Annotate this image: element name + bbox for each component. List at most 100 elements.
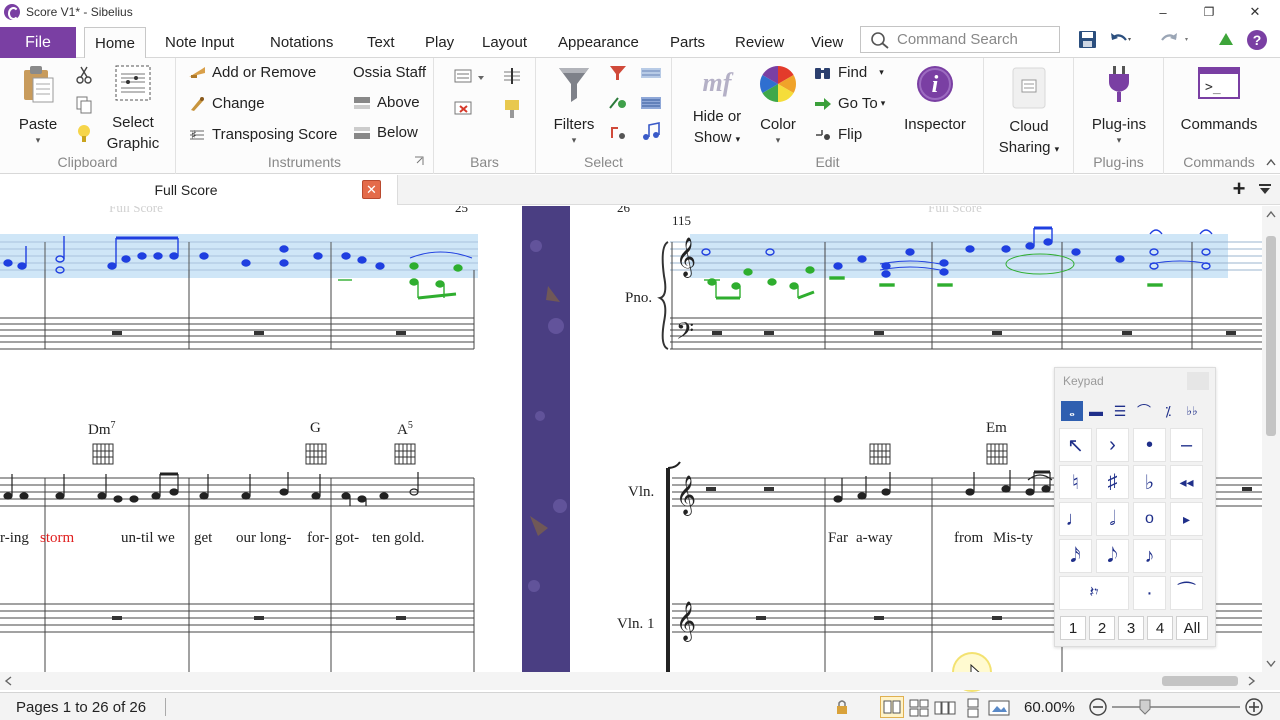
zoom-slider-track[interactable] bbox=[1112, 706, 1240, 708]
format-painter-icon[interactable] bbox=[76, 124, 92, 144]
view-horizontal-icon[interactable] bbox=[934, 698, 956, 718]
keypad-key-sixteenth-note[interactable]: 𝅘𝅥𝅯 bbox=[1059, 539, 1092, 573]
keypad-tab-beams[interactable]: ☰ bbox=[1109, 401, 1131, 421]
change-instrument-button[interactable]: Change bbox=[188, 95, 265, 112]
select-more-icon[interactable] bbox=[608, 94, 630, 112]
panorama-icon[interactable] bbox=[988, 698, 1010, 718]
lock-icon[interactable] bbox=[834, 699, 850, 715]
delete-bar-icon[interactable] bbox=[454, 100, 474, 118]
keypad-layout-3[interactable]: 3 bbox=[1118, 616, 1144, 640]
tab-play[interactable]: Play bbox=[415, 27, 464, 58]
ossia-above-button[interactable]: Above bbox=[353, 94, 420, 111]
hide-or-show-button[interactable]: mf Hide or Show ▾ bbox=[686, 64, 748, 150]
keypad-key-rewind[interactable]: ◂◂ bbox=[1170, 465, 1203, 499]
keypad-key-half-note[interactable]: 𝅗𝅥 bbox=[1096, 502, 1129, 536]
keypad-layout-1[interactable]: 1 bbox=[1060, 616, 1086, 640]
keypad-key-rest[interactable]: 𝄽𝄾 bbox=[1059, 576, 1129, 610]
vertical-scrollbar[interactable] bbox=[1262, 206, 1280, 672]
keypad-tab-articulations[interactable]: ⌒ bbox=[1133, 401, 1155, 421]
up-triangle-icon[interactable] bbox=[1217, 31, 1235, 47]
keypad-key-select[interactable]: ↖ bbox=[1059, 428, 1092, 462]
zoom-in-icon[interactable] bbox=[1244, 697, 1264, 717]
split-bar-icon[interactable] bbox=[502, 66, 522, 86]
join-bar-icon[interactable] bbox=[502, 98, 522, 120]
tab-text[interactable]: Text bbox=[357, 27, 405, 58]
paste-button[interactable]: Paste ▾ bbox=[10, 64, 66, 145]
ossia-below-button[interactable]: Below bbox=[353, 124, 418, 141]
command-search-input[interactable]: Command Search bbox=[860, 26, 1060, 53]
view-vertical-icon[interactable] bbox=[962, 698, 984, 718]
help-icon[interactable]: ? bbox=[1246, 29, 1268, 51]
undo-icon[interactable] bbox=[1108, 30, 1134, 50]
inspector-button[interactable]: i Inspector bbox=[896, 64, 974, 135]
tab-parts[interactable]: Parts bbox=[660, 27, 715, 58]
scroll-right-icon[interactable] bbox=[1248, 676, 1256, 686]
scroll-down-icon[interactable] bbox=[1266, 660, 1276, 668]
select-notes-icon[interactable] bbox=[640, 122, 662, 142]
zoom-slider-thumb[interactable] bbox=[1139, 699, 1151, 715]
document-tab-full-score[interactable]: Full Score ✕ bbox=[0, 175, 398, 205]
commands-button[interactable]: >_ Commands bbox=[1169, 64, 1269, 135]
keypad-panel[interactable]: Keypad 𝅝 ▬ ☰ ⌒ ⁒ ♭♭ ↖ › • – ♮ ♯ ♭ ◂◂ ♩ 𝅗… bbox=[1054, 367, 1216, 647]
copy-icon[interactable] bbox=[76, 96, 92, 114]
select-system-icon[interactable] bbox=[608, 124, 630, 142]
color-button[interactable]: Color ▾ bbox=[756, 64, 800, 145]
add-remove-instruments-button[interactable]: Add or Remove bbox=[188, 64, 316, 81]
vertical-scroll-thumb[interactable] bbox=[1266, 236, 1276, 436]
keypad-key-eighth[interactable]: ♪ bbox=[1133, 539, 1166, 573]
zoom-out-icon[interactable] bbox=[1088, 697, 1108, 717]
keypad-key-eighth-note[interactable]: 𝅘𝅥𝅮 bbox=[1096, 539, 1129, 573]
document-tab-close-button[interactable]: ✕ bbox=[362, 180, 381, 199]
keypad-tab-jazz[interactable]: ⁒ bbox=[1157, 401, 1179, 421]
keypad-key-tenuto[interactable]: – bbox=[1170, 428, 1203, 462]
cut-icon[interactable] bbox=[76, 66, 92, 84]
go-to-button[interactable]: Go To ▾ bbox=[814, 95, 885, 112]
keypad-key-sharp[interactable]: ♯ bbox=[1096, 465, 1129, 499]
restore-button[interactable]: ❐ bbox=[1186, 0, 1232, 24]
keypad-layout-4[interactable]: 4 bbox=[1147, 616, 1173, 640]
tab-layout[interactable]: Layout bbox=[472, 27, 537, 58]
tab-view[interactable]: View bbox=[801, 27, 853, 58]
flip-button[interactable]: Flip bbox=[814, 126, 862, 143]
file-menu-button[interactable]: File bbox=[0, 27, 76, 58]
keypad-key-accent[interactable]: › bbox=[1096, 428, 1129, 462]
keypad-key-flat[interactable]: ♭ bbox=[1133, 465, 1166, 499]
keypad-key-whole-note[interactable]: o bbox=[1133, 502, 1166, 536]
keypad-tab-common[interactable]: 𝅝 bbox=[1061, 401, 1083, 421]
minimize-button[interactable]: – bbox=[1140, 0, 1186, 24]
tab-home[interactable]: Home bbox=[84, 27, 147, 59]
keypad-layout-2[interactable]: 2 bbox=[1089, 616, 1115, 640]
tab-notations[interactable]: Notations bbox=[260, 27, 343, 58]
cloud-sharing-button[interactable]: Cloud Sharing ▾ bbox=[988, 64, 1070, 160]
view-spreads-button[interactable] bbox=[880, 696, 904, 718]
keypad-key-staccato[interactable]: • bbox=[1133, 428, 1166, 462]
save-icon[interactable] bbox=[1077, 30, 1099, 50]
add-bar-icon[interactable] bbox=[454, 68, 486, 86]
tab-note-input[interactable]: Note Input bbox=[155, 27, 244, 58]
tab-appearance[interactable]: Appearance bbox=[548, 27, 649, 58]
horizontal-scrollbar[interactable] bbox=[0, 672, 1280, 690]
new-tab-button[interactable]: + bbox=[1229, 178, 1249, 202]
keypad-key-natural[interactable]: ♮ bbox=[1059, 465, 1092, 499]
select-all-icon[interactable] bbox=[640, 96, 662, 110]
tab-review[interactable]: Review bbox=[725, 27, 794, 58]
scroll-left-icon[interactable] bbox=[4, 676, 12, 686]
filter-red-icon[interactable] bbox=[608, 64, 628, 82]
keypad-close-button[interactable] bbox=[1187, 372, 1209, 390]
keypad-key-tie[interactable]: ⁀ bbox=[1170, 576, 1203, 610]
keypad-key-play[interactable]: ▸ bbox=[1170, 502, 1203, 536]
tab-menu-icon[interactable] bbox=[1258, 183, 1272, 197]
horizontal-scroll-thumb[interactable] bbox=[1162, 676, 1238, 686]
scroll-up-icon[interactable] bbox=[1266, 210, 1276, 218]
view-grid-icon[interactable] bbox=[908, 698, 930, 718]
select-range-icon[interactable] bbox=[640, 66, 662, 80]
redo-icon[interactable] bbox=[1158, 30, 1194, 50]
collapse-ribbon-icon[interactable] bbox=[1266, 158, 1276, 166]
keypad-key-blank[interactable] bbox=[1170, 539, 1203, 573]
close-button[interactable]: ✕ bbox=[1232, 0, 1278, 24]
keypad-key-quarter-note[interactable]: ♩ bbox=[1059, 502, 1092, 536]
keypad-layout-all[interactable]: All bbox=[1176, 616, 1208, 640]
filters-button[interactable]: Filters ▾ bbox=[548, 64, 600, 145]
select-graphic-button[interactable]: Select Graphic bbox=[102, 64, 164, 154]
keypad-key-dot[interactable]: · bbox=[1133, 576, 1166, 610]
